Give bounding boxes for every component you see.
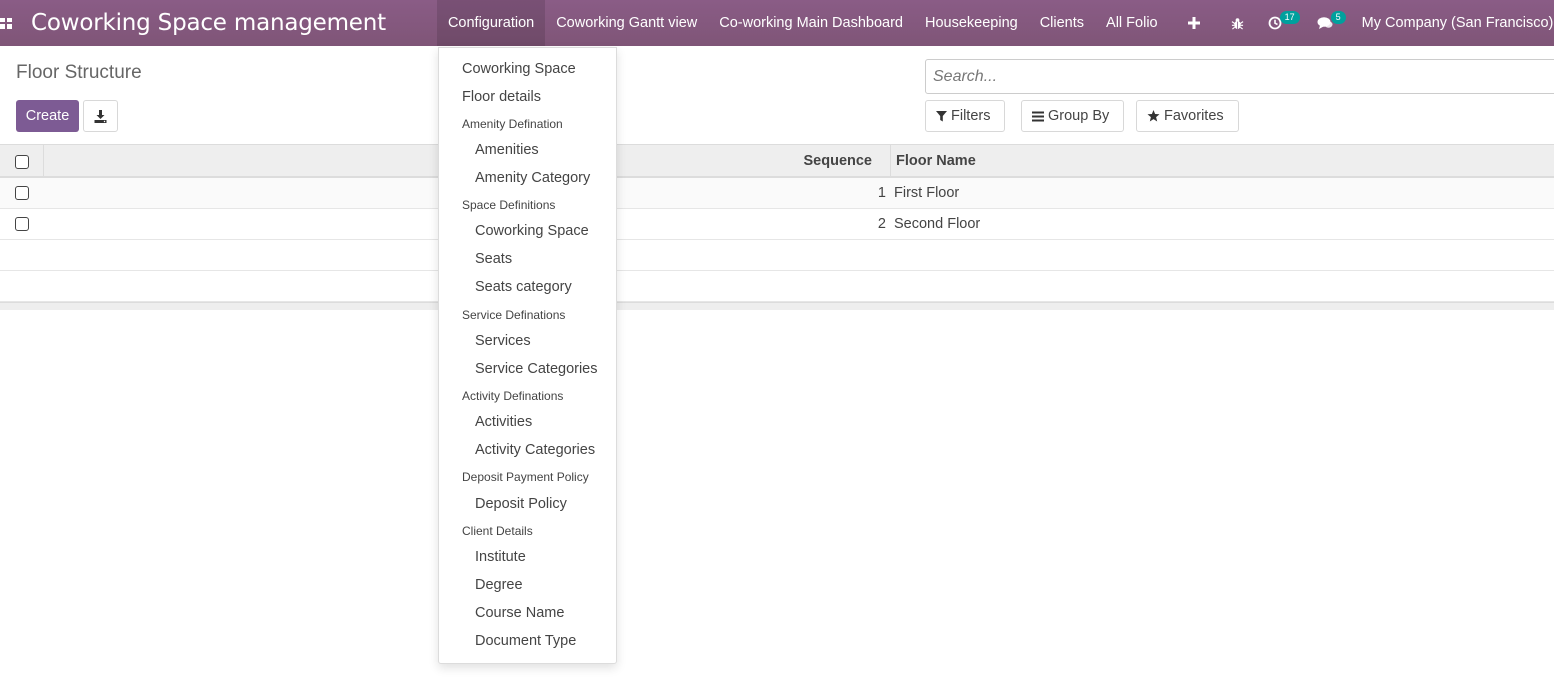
table-header: Sequence Floor Name	[0, 144, 1554, 178]
favorites-button[interactable]: Favorites	[1136, 100, 1239, 132]
menu-housekeeping[interactable]: Housekeeping	[914, 0, 1029, 46]
dropdown-item-deposit-policy[interactable]: Deposit Policy	[475, 496, 567, 512]
search-input[interactable]	[933, 67, 1554, 86]
dropdown-header-activity-definations: Activity Definations	[462, 389, 564, 403]
dropdown-item-document-type[interactable]: Document Type	[475, 633, 576, 649]
dropdown-item-amenity-category[interactable]: Amenity Category	[475, 170, 590, 186]
dropdown-item-amenities[interactable]: Amenities	[475, 142, 539, 158]
group-by-label: Group By	[1048, 108, 1110, 124]
dropdown-item-space-coworking-space[interactable]: Coworking Space	[475, 223, 589, 239]
floor-list-table: Sequence Floor Name 1 First Floor 2 Seco…	[0, 144, 1554, 310]
bug-icon[interactable]	[1219, 0, 1257, 46]
star-icon	[1147, 110, 1160, 122]
dropdown-header-client-details: Client Details	[462, 524, 533, 538]
activity-count-badge: 17	[1279, 11, 1300, 24]
cell-sequence: 1	[877, 185, 886, 201]
dropdown-item-institute[interactable]: Institute	[475, 549, 526, 565]
menu-clients[interactable]: Clients	[1029, 0, 1095, 46]
empty-row	[0, 271, 1554, 302]
filter-icon	[936, 110, 947, 121]
systray: 17 5 My Company (San Francisco)	[1169, 0, 1554, 46]
cell-floor-name: Second Floor	[894, 216, 981, 232]
dropdown-item-course-name[interactable]: Course Name	[475, 605, 564, 621]
plus-icon[interactable]	[1169, 0, 1219, 46]
filters-label: Filters	[951, 108, 991, 124]
dropdown-item-service-categories[interactable]: Service Categories	[475, 361, 598, 377]
activity-clock-icon[interactable]: 17	[1257, 0, 1305, 46]
dropdown-header-service-definations: Service Definations	[462, 308, 566, 322]
column-header-sequence[interactable]: Sequence	[804, 153, 873, 169]
main-menu: Configuration Coworking Gantt view Co-wo…	[436, 0, 1169, 46]
dropdown-item-seats[interactable]: Seats	[475, 251, 512, 267]
dropdown-item-degree[interactable]: Degree	[475, 577, 523, 593]
cell-sequence: 2	[877, 216, 886, 232]
table-row[interactable]: 2 Second Floor	[0, 209, 1554, 240]
table-row[interactable]: 1 First Floor	[0, 178, 1554, 209]
dropdown-item-activity-categories[interactable]: Activity Categories	[475, 442, 595, 458]
filters-button[interactable]: Filters	[925, 100, 1006, 132]
column-header-floor-name[interactable]: Floor Name	[896, 153, 976, 169]
empty-row	[0, 240, 1554, 271]
app-title[interactable]: Coworking Space management	[31, 10, 386, 36]
column-divider	[43, 145, 44, 177]
company-switcher[interactable]: My Company (San Francisco)	[1353, 15, 1554, 31]
dropdown-item-floor-details[interactable]: Floor details	[462, 89, 541, 105]
list-icon	[1032, 111, 1044, 121]
configuration-dropdown: Coworking Space Floor details Amenity De…	[438, 47, 617, 664]
menu-coworking-main-dashboard[interactable]: Co-working Main Dashboard	[708, 0, 914, 46]
page-title: Floor Structure	[16, 62, 142, 83]
row-checkbox[interactable]	[15, 217, 29, 231]
dropdown-item-activities[interactable]: Activities	[475, 414, 532, 430]
dropdown-header-deposit-payment-policy: Deposit Payment Policy	[462, 470, 589, 484]
favorites-label: Favorites	[1164, 108, 1224, 124]
select-all-checkbox[interactable]	[15, 155, 29, 169]
search-bar	[925, 59, 1554, 94]
dropdown-item-coworking-space[interactable]: Coworking Space	[462, 61, 576, 77]
row-checkbox[interactable]	[15, 186, 29, 200]
top-navbar: Coworking Space management Configuration…	[0, 0, 1554, 46]
message-count-badge: 5	[1330, 11, 1346, 24]
menu-coworking-gantt-view[interactable]: Coworking Gantt view	[545, 0, 708, 46]
menu-configuration[interactable]: Configuration	[436, 0, 546, 46]
dropdown-header-amenity-defination: Amenity Defination	[462, 117, 563, 131]
column-divider	[890, 145, 891, 177]
dropdown-item-services[interactable]: Services	[475, 333, 531, 349]
dropdown-header-space-definitions: Space Definitions	[462, 198, 556, 212]
export-button[interactable]	[83, 100, 118, 132]
menu-all-folio[interactable]: All Folio	[1095, 0, 1169, 46]
download-icon	[94, 109, 107, 123]
create-button[interactable]: Create	[16, 100, 79, 132]
group-by-button[interactable]: Group By	[1021, 100, 1125, 132]
apps-icon[interactable]	[0, 0, 12, 46]
cell-floor-name: First Floor	[894, 185, 960, 201]
dropdown-item-seats-category[interactable]: Seats category	[475, 279, 572, 295]
table-footer	[0, 302, 1554, 310]
chat-icon[interactable]: 5	[1305, 0, 1353, 46]
